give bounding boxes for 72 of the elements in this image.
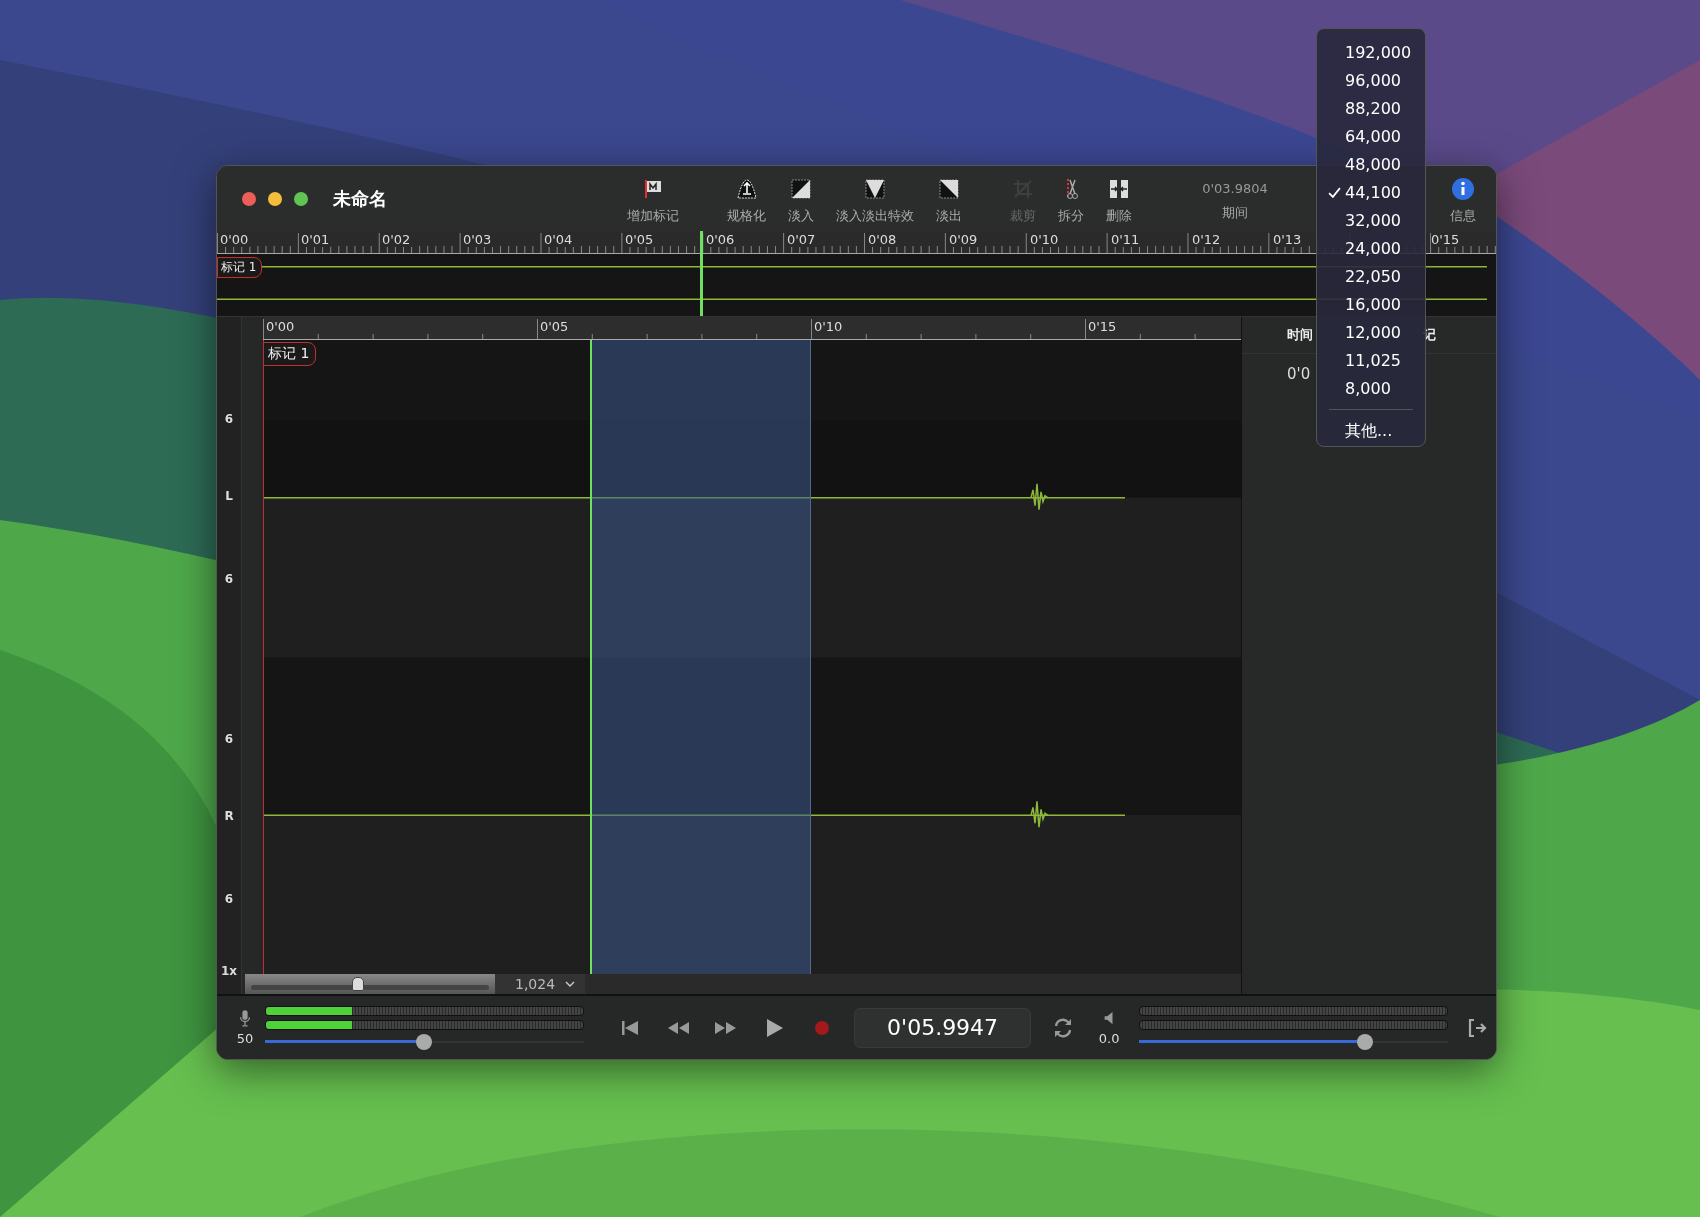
menu-item[interactable]: 64,000: [1317, 122, 1425, 150]
output-level-reading: 0.0: [1098, 1031, 1120, 1046]
scale-label: R: [223, 809, 235, 823]
menu-item[interactable]: 16,000: [1317, 290, 1425, 318]
menu-item[interactable]: 12,000: [1317, 318, 1425, 346]
normalize-icon: [734, 176, 759, 201]
microphone-icon: [237, 1009, 252, 1027]
time-label: 0'10: [814, 319, 843, 334]
time-label: 0'00: [220, 232, 251, 247]
menu-item[interactable]: 88,200: [1317, 94, 1425, 122]
menu-item[interactable]: 其他...: [1317, 417, 1425, 445]
time-label: 0'03: [463, 232, 494, 247]
block-size-dropdown[interactable]: 1,024: [495, 974, 586, 994]
time-label: 0'06: [706, 232, 737, 247]
input-level-reading: 50: [236, 1031, 254, 1046]
time-label: 0'13: [1273, 232, 1304, 247]
duration-label: 期间: [1222, 203, 1248, 222]
time-label: 0'01: [301, 232, 332, 247]
time-label: 0'05: [540, 319, 569, 334]
time-label: 0'05: [625, 232, 656, 247]
toolbar-button[interactable]: 删除: [1106, 176, 1132, 225]
info-icon: [1451, 176, 1475, 201]
input-volume-slider[interactable]: [264, 1033, 584, 1050]
column-header[interactable]: 时间: [1287, 326, 1313, 344]
crossfade-icon: [863, 176, 887, 201]
time-label: 0'04: [544, 232, 575, 247]
menu-item[interactable]: 192,000: [1317, 38, 1425, 66]
time-label: 0'00: [266, 319, 295, 334]
time-label: 0'15: [1431, 232, 1462, 247]
time-label: 0'15: [1088, 319, 1117, 334]
scale-label: 6: [223, 732, 235, 746]
time-label: 0'02: [382, 232, 413, 247]
menu-item[interactable]: 44,100: [1317, 178, 1425, 206]
info-button[interactable]: 信息: [1450, 176, 1476, 225]
menu-item[interactable]: 96,000: [1317, 66, 1425, 94]
marker-flag[interactable]: 标记 1: [263, 342, 317, 366]
zoom-label: 1x: [219, 964, 239, 978]
toolbar-button[interactable]: 淡入淡出特效: [836, 176, 914, 225]
scale-label: 6: [223, 572, 235, 586]
time-label: 0'09: [949, 232, 980, 247]
fade-out-icon: [937, 176, 961, 201]
duration-value: 0'03.9804: [1202, 179, 1268, 196]
scale-label: L: [224, 489, 234, 503]
time-label: 0'12: [1192, 232, 1223, 247]
menu-item[interactable]: 32,000: [1317, 206, 1425, 234]
scale-label: 6: [223, 412, 235, 426]
menu-item[interactable]: 8,000: [1317, 374, 1425, 402]
close-button[interactable]: [242, 191, 256, 206]
scale-label: 6: [223, 892, 235, 906]
window-title: 未命名: [333, 186, 387, 211]
fade-in-icon: [789, 176, 813, 201]
time-label: 0'07: [787, 232, 818, 247]
table-cell: 0'0: [1287, 365, 1311, 383]
toolbar-button[interactable]: 淡入: [788, 176, 814, 225]
chevron-icon: [565, 981, 576, 987]
output-volume-slider[interactable]: [1139, 1033, 1449, 1050]
toolbar-button[interactable]: 规格化: [727, 176, 766, 225]
menu-item[interactable]: 48,000: [1317, 150, 1425, 178]
toolbar-button[interactable]: 增加标记: [627, 176, 679, 225]
time-label: 0'11: [1111, 232, 1142, 247]
time-label: 0'08: [868, 232, 899, 247]
toolbar-button[interactable]: 拆分: [1058, 176, 1084, 225]
zoom-button[interactable]: [294, 191, 308, 206]
minimize-button[interactable]: [268, 191, 282, 206]
time-label: 0'10: [1030, 232, 1061, 247]
marker-flag[interactable]: 标记 1: [217, 257, 263, 278]
zoom-slider[interactable]: [245, 974, 495, 994]
toolbar-button[interactable]: 淡出: [936, 176, 962, 225]
menu-item[interactable]: 11,025: [1317, 346, 1425, 374]
menu-item[interactable]: 22,050: [1317, 262, 1425, 290]
time-display: 0'05.9947: [853, 1007, 1032, 1048]
menu-item[interactable]: 24,000: [1317, 234, 1425, 262]
